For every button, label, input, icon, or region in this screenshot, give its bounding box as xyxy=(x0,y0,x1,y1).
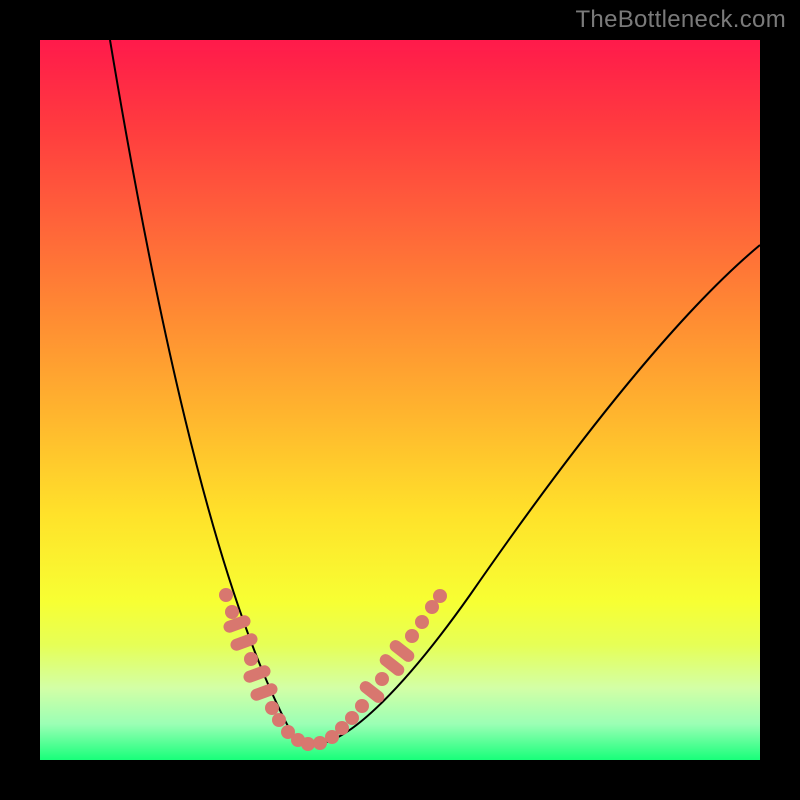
data-point xyxy=(219,588,233,602)
data-point xyxy=(405,629,419,643)
data-point xyxy=(244,652,258,666)
data-point xyxy=(415,615,429,629)
data-point xyxy=(433,589,447,603)
data-point xyxy=(335,721,349,735)
data-point xyxy=(355,699,369,713)
data-point xyxy=(375,672,389,686)
data-point xyxy=(301,737,315,751)
chart-plot-area xyxy=(40,40,760,760)
data-point xyxy=(313,736,327,750)
bottleneck-curve xyxy=(110,40,760,744)
data-point xyxy=(265,701,279,715)
data-point xyxy=(345,711,359,725)
chart-svg xyxy=(40,40,760,760)
data-point xyxy=(272,713,286,727)
watermark-text: TheBottleneck.com xyxy=(575,6,786,34)
data-point xyxy=(225,605,239,619)
